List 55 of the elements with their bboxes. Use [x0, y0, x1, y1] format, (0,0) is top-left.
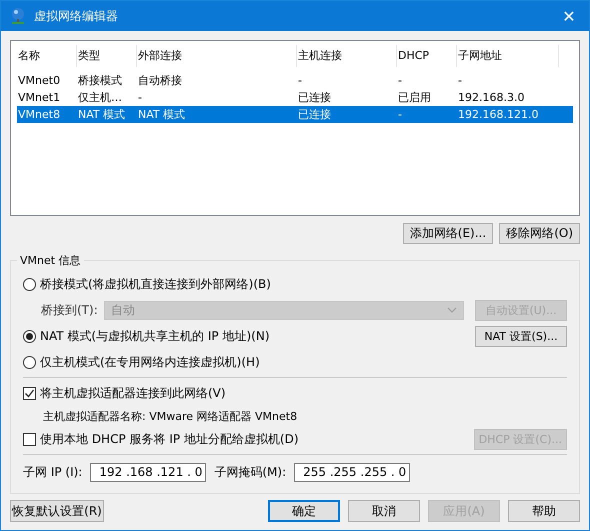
close-button[interactable]: ✕: [549, 1, 589, 31]
network-globe-icon: [9, 7, 27, 25]
subnet-ip-field[interactable]: 192 .168 .121 . 0: [90, 462, 206, 482]
radio-button[interactable]: [23, 330, 36, 342]
checkbox[interactable]: [23, 432, 36, 446]
table-cell-text: VMnet8: [17, 108, 62, 121]
table-cell-text: 自动桥接: [137, 73, 183, 88]
radio-label[interactable]: 仅主机模式(在专用网络内连接虚拟机)(H): [40, 354, 260, 370]
table-cell-text: VMnet0: [17, 74, 62, 87]
checkbox-label[interactable]: 将主机虚拟适配器连接到此网络(V): [40, 384, 226, 402]
dialog-button[interactable]: 取消: [348, 500, 420, 522]
radio-label[interactable]: 桥接模式(将虚拟机直接连接到外部网络)(B): [40, 276, 271, 292]
nat-settings-button[interactable]: NAT 设置(S)...: [475, 326, 567, 346]
checkbox-label[interactable]: 使用本地 DHCP 服务将 IP 地址分配给虚拟机(D): [40, 430, 299, 448]
subnet-mask-label: 子网掩码(M):: [214, 464, 286, 480]
column-header[interactable]: 主机连接: [297, 45, 397, 67]
column-header[interactable]: 类型: [77, 45, 137, 67]
table-cell-text: NAT 模式: [77, 107, 126, 122]
group-title: VMnet 信息: [17, 253, 84, 268]
table-cell-text: -: [137, 91, 143, 104]
table-cell-text: NAT 模式: [137, 107, 186, 122]
subnet-mask-field[interactable]: 255 .255 .255 . 0: [294, 462, 410, 482]
table-cell-text: 192.168.3.0: [457, 91, 526, 104]
table-cell-text: -: [297, 74, 303, 87]
table-cell-text: -: [397, 74, 403, 87]
network-row[interactable]: VMnet8 NAT 模式 NAT 模式 已连接 - 192.168.121.0: [17, 106, 573, 123]
dialog-button[interactable]: 确定: [268, 500, 340, 522]
network-row[interactable]: VMnet1 仅主机… - 已连接 已启用 192.168.3.0: [17, 89, 573, 106]
radio-button[interactable]: [23, 356, 36, 368]
window-title: 虚拟网络编辑器: [34, 8, 119, 24]
table-cell-text: -: [457, 74, 463, 87]
column-header[interactable]: 外部连接: [137, 45, 297, 67]
checkbox[interactable]: [23, 386, 36, 400]
network-button[interactable]: 移除网络(O): [499, 223, 580, 244]
bridge-to-label: 桥接到(T):: [41, 302, 98, 318]
subnet-ip-label: 子网 IP (I):: [23, 464, 82, 480]
dialog-button[interactable]: 帮助: [508, 500, 580, 522]
table-cell-text: 已连接: [297, 107, 332, 122]
network-button[interactable]: 添加网络(E)...: [402, 223, 494, 244]
table-cell-text: 已启用: [397, 90, 432, 105]
column-header[interactable]: DHCP: [397, 45, 457, 67]
radio-label[interactable]: NAT 模式(与虚拟机共享主机的 IP 地址)(N): [40, 328, 270, 344]
table-cell-text: 192.168.121.0: [457, 108, 540, 121]
column-header[interactable]: 子网地址: [457, 45, 559, 67]
table-cell-text: -: [397, 108, 403, 121]
table-cell-text: 桥接模式: [77, 73, 123, 88]
table-cell-text: 已连接: [297, 90, 332, 105]
radio-button[interactable]: [23, 278, 36, 290]
chevron-icon: [446, 307, 457, 313]
network-row[interactable]: VMnet0 桥接模式 自动桥接 - - -: [17, 72, 573, 89]
adapter-name-text: 主机虚拟适配器名称: VMware 网络适配器 VMnet8: [43, 408, 298, 424]
column-header[interactable]: 名称: [17, 45, 77, 67]
table-cell-text: VMnet1: [17, 91, 62, 104]
dialog-button[interactable]: 恢复默认设置(R): [10, 500, 104, 522]
table-cell-text: 仅主机…: [77, 90, 123, 105]
